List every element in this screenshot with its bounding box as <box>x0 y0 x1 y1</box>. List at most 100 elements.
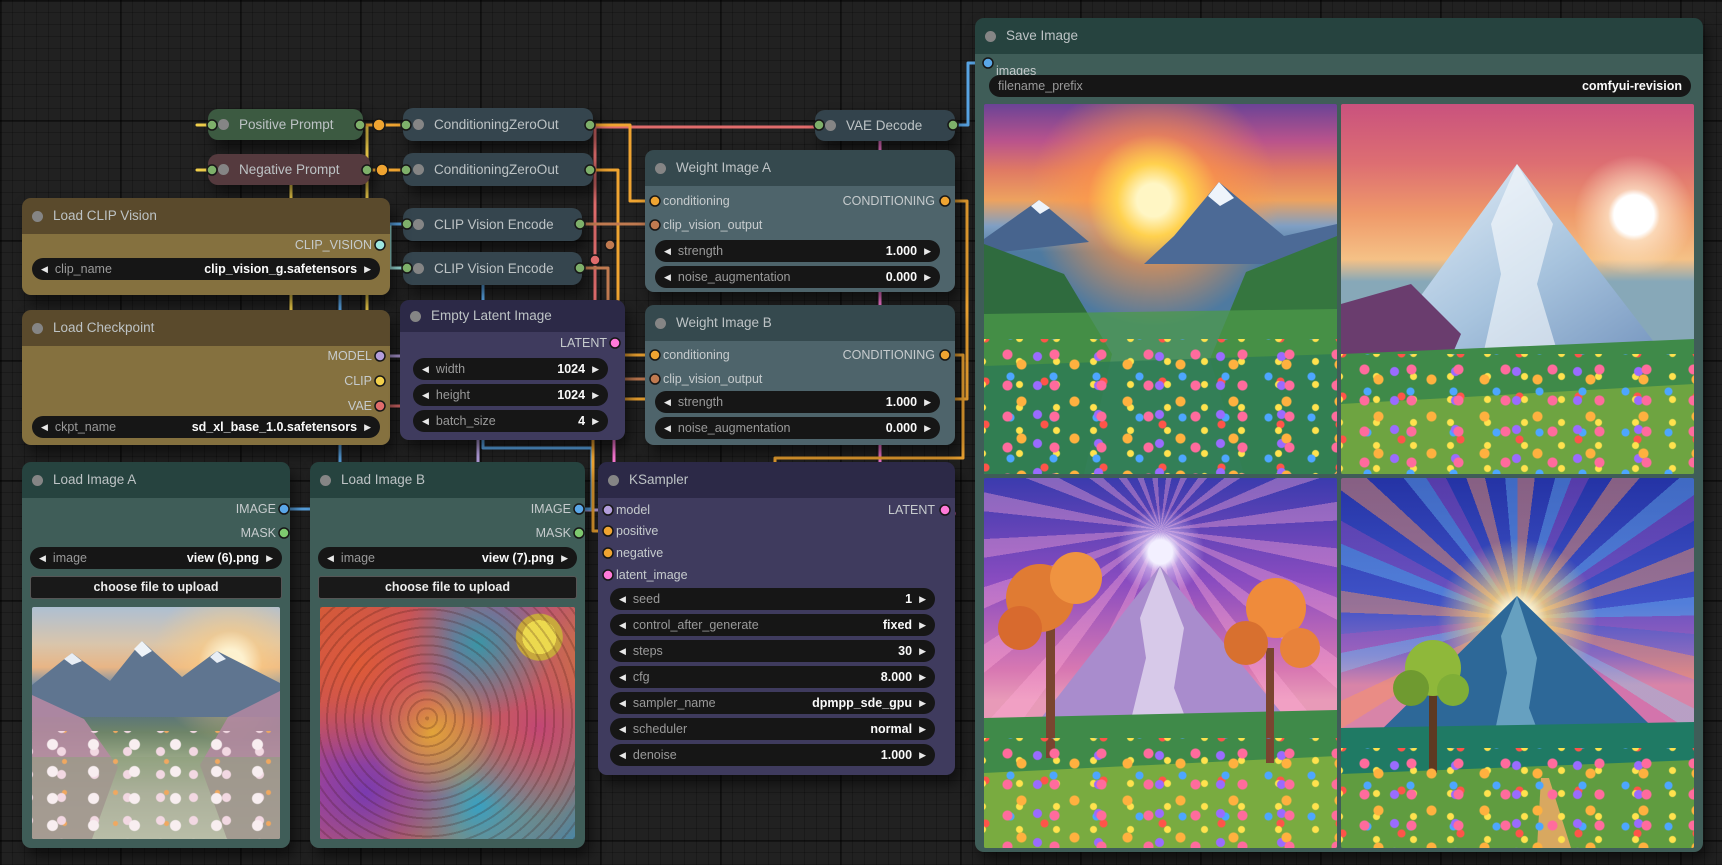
node-load-image-a[interactable]: Load Image A IMAGE MASK ◀ image view (6)… <box>22 462 290 848</box>
node-header[interactable]: KSampler <box>598 462 955 498</box>
reroute-dot-vae[interactable] <box>590 255 600 265</box>
node-header[interactable]: Weight Image A <box>645 150 955 186</box>
increment-arrow-icon[interactable]: ▶ <box>919 588 926 610</box>
collapse-toggle-icon[interactable] <box>32 211 43 222</box>
decrement-arrow-icon[interactable]: ◀ <box>422 358 429 380</box>
increment-arrow-icon[interactable]: ▶ <box>364 258 371 280</box>
collapse-toggle-icon[interactable] <box>320 475 331 486</box>
decrement-arrow-icon[interactable]: ◀ <box>664 240 671 262</box>
increment-arrow-icon[interactable]: ▶ <box>919 614 926 636</box>
node-header[interactable]: Weight Image B <box>645 305 955 341</box>
node-vae-decode[interactable]: VAE Decode <box>815 110 955 141</box>
node-load-image-b[interactable]: Load Image B IMAGE MASK ◀ image view (7)… <box>310 462 585 848</box>
steps-widget[interactable]: ◀ steps 30 ▶ <box>610 640 935 662</box>
sampler-name-widget[interactable]: ◀ sampler_name dpmpp_sde_gpu ▶ <box>610 692 935 714</box>
collapse-toggle-icon[interactable] <box>32 323 43 334</box>
clip-name-widget[interactable]: ◀ clip_name clip_vision_g.safetensors ▶ <box>32 258 380 280</box>
increment-arrow-icon[interactable]: ▶ <box>919 666 926 688</box>
width-widget[interactable]: ◀ width 1024 ▶ <box>413 358 608 380</box>
decrement-arrow-icon[interactable]: ◀ <box>619 718 626 740</box>
filename-prefix-widget[interactable]: filename_prefix comfyui-revision <box>989 75 1691 97</box>
seed-widget[interactable]: ◀ seed 1 ▶ <box>610 588 935 610</box>
batch-size-widget[interactable]: ◀ batch_size 4 ▶ <box>413 410 608 432</box>
node-conditioning-zero-out-2[interactable]: ConditioningZeroOut <box>403 153 593 186</box>
node-load-clip-vision[interactable]: Load CLIP Vision CLIP_VISION ◀ clip_name… <box>22 198 390 295</box>
choose-file-button[interactable]: choose file to upload <box>318 576 577 599</box>
decrement-arrow-icon[interactable]: ◀ <box>619 692 626 714</box>
collapse-toggle-icon[interactable] <box>655 163 666 174</box>
node-positive-prompt[interactable]: Positive Prompt <box>208 109 363 140</box>
decrement-arrow-icon[interactable]: ◀ <box>619 614 626 636</box>
increment-arrow-icon[interactable]: ▶ <box>592 384 599 406</box>
collapse-toggle-icon[interactable] <box>32 475 43 486</box>
strength-widget[interactable]: ◀ strength 1.000 ▶ <box>655 240 940 262</box>
image-file-widget[interactable]: ◀ image view (6).png ▶ <box>30 547 282 569</box>
noise-augmentation-widget[interactable]: ◀ noise_augmentation 0.000 ▶ <box>655 266 940 288</box>
increment-arrow-icon[interactable]: ▶ <box>919 640 926 662</box>
node-clip-vision-encode-1[interactable]: CLIP Vision Encode <box>403 208 582 241</box>
decrement-arrow-icon[interactable]: ◀ <box>41 416 48 438</box>
increment-arrow-icon[interactable]: ▶ <box>919 692 926 714</box>
node-negative-prompt[interactable]: Negative Prompt <box>208 154 370 185</box>
increment-arrow-icon[interactable]: ▶ <box>561 547 568 569</box>
denoise-widget[interactable]: ◀ denoise 1.000 ▶ <box>610 744 935 766</box>
decrement-arrow-icon[interactable]: ◀ <box>619 744 626 766</box>
reroute-dot-clip-vision-output[interactable] <box>605 240 615 250</box>
decrement-arrow-icon[interactable]: ◀ <box>39 547 46 569</box>
node-header[interactable]: Load CLIP Vision <box>22 198 390 234</box>
decrement-arrow-icon[interactable]: ◀ <box>619 640 626 662</box>
cfg-widget[interactable]: ◀ cfg 8.000 ▶ <box>610 666 935 688</box>
strength-widget[interactable]: ◀ strength 1.000 ▶ <box>655 391 940 413</box>
decrement-arrow-icon[interactable]: ◀ <box>664 417 671 439</box>
decrement-arrow-icon[interactable]: ◀ <box>422 410 429 432</box>
decrement-arrow-icon[interactable]: ◀ <box>664 391 671 413</box>
collapse-toggle-icon[interactable] <box>218 119 229 130</box>
collapse-toggle-icon[interactable] <box>413 263 424 274</box>
increment-arrow-icon[interactable]: ▶ <box>919 718 926 740</box>
increment-arrow-icon[interactable]: ▶ <box>924 240 931 262</box>
node-save-image[interactable]: Save Image images filename_prefix comfyu… <box>975 18 1703 852</box>
noise-augmentation-widget[interactable]: ◀ noise_augmentation 0.000 ▶ <box>655 417 940 439</box>
increment-arrow-icon[interactable]: ▶ <box>924 391 931 413</box>
collapse-toggle-icon[interactable] <box>410 311 421 322</box>
reroute-dot-positive[interactable] <box>373 119 385 131</box>
increment-arrow-icon[interactable]: ▶ <box>924 417 931 439</box>
choose-file-button[interactable]: choose file to upload <box>30 576 282 599</box>
collapse-toggle-icon[interactable] <box>985 31 996 42</box>
decrement-arrow-icon[interactable]: ◀ <box>619 588 626 610</box>
increment-arrow-icon[interactable]: ▶ <box>919 744 926 766</box>
collapse-toggle-icon[interactable] <box>218 164 229 175</box>
image-file-widget[interactable]: ◀ image view (7).png ▶ <box>318 547 577 569</box>
comfyui-node-graph-canvas[interactable]: Positive Prompt Negative Prompt Conditio… <box>0 0 1722 865</box>
collapse-toggle-icon[interactable] <box>825 120 836 131</box>
node-conditioning-zero-out-1[interactable]: ConditioningZeroOut <box>403 108 593 141</box>
node-header[interactable]: Load Checkpoint <box>22 310 390 346</box>
decrement-arrow-icon[interactable]: ◀ <box>422 384 429 406</box>
ckpt-name-widget[interactable]: ◀ ckpt_name sd_xl_base_1.0.safetensors ▶ <box>32 416 380 438</box>
increment-arrow-icon[interactable]: ▶ <box>266 547 273 569</box>
height-widget[interactable]: ◀ height 1024 ▶ <box>413 384 608 406</box>
increment-arrow-icon[interactable]: ▶ <box>592 358 599 380</box>
collapse-toggle-icon[interactable] <box>655 318 666 329</box>
node-load-checkpoint[interactable]: Load Checkpoint MODEL CLIP VAE ◀ ckpt_na… <box>22 310 390 445</box>
control-after-generate-widget[interactable]: ◀ control_after_generate fixed ▶ <box>610 614 935 636</box>
increment-arrow-icon[interactable]: ▶ <box>364 416 371 438</box>
collapse-toggle-icon[interactable] <box>413 219 424 230</box>
decrement-arrow-icon[interactable]: ◀ <box>619 666 626 688</box>
node-clip-vision-encode-2[interactable]: CLIP Vision Encode <box>403 252 582 285</box>
reroute-dot-negative[interactable] <box>376 164 388 176</box>
node-header[interactable]: Load Image B <box>310 462 585 498</box>
node-weight-image-a[interactable]: Weight Image A conditioning clip_vision_… <box>645 150 955 292</box>
increment-arrow-icon[interactable]: ▶ <box>924 266 931 288</box>
node-ksampler[interactable]: KSampler model positive negative latent_… <box>598 462 955 775</box>
collapse-toggle-icon[interactable] <box>608 475 619 486</box>
decrement-arrow-icon[interactable]: ◀ <box>664 266 671 288</box>
increment-arrow-icon[interactable]: ▶ <box>592 410 599 432</box>
decrement-arrow-icon[interactable]: ◀ <box>41 258 48 280</box>
collapse-toggle-icon[interactable] <box>413 119 424 130</box>
scheduler-widget[interactable]: ◀ scheduler normal ▶ <box>610 718 935 740</box>
node-empty-latent-image[interactable]: Empty Latent Image LATENT ◀ width 1024 ▶… <box>400 300 625 440</box>
node-weight-image-b[interactable]: Weight Image B conditioning clip_vision_… <box>645 305 955 445</box>
collapse-toggle-icon[interactable] <box>413 164 424 175</box>
node-header[interactable]: Empty Latent Image <box>400 300 625 332</box>
